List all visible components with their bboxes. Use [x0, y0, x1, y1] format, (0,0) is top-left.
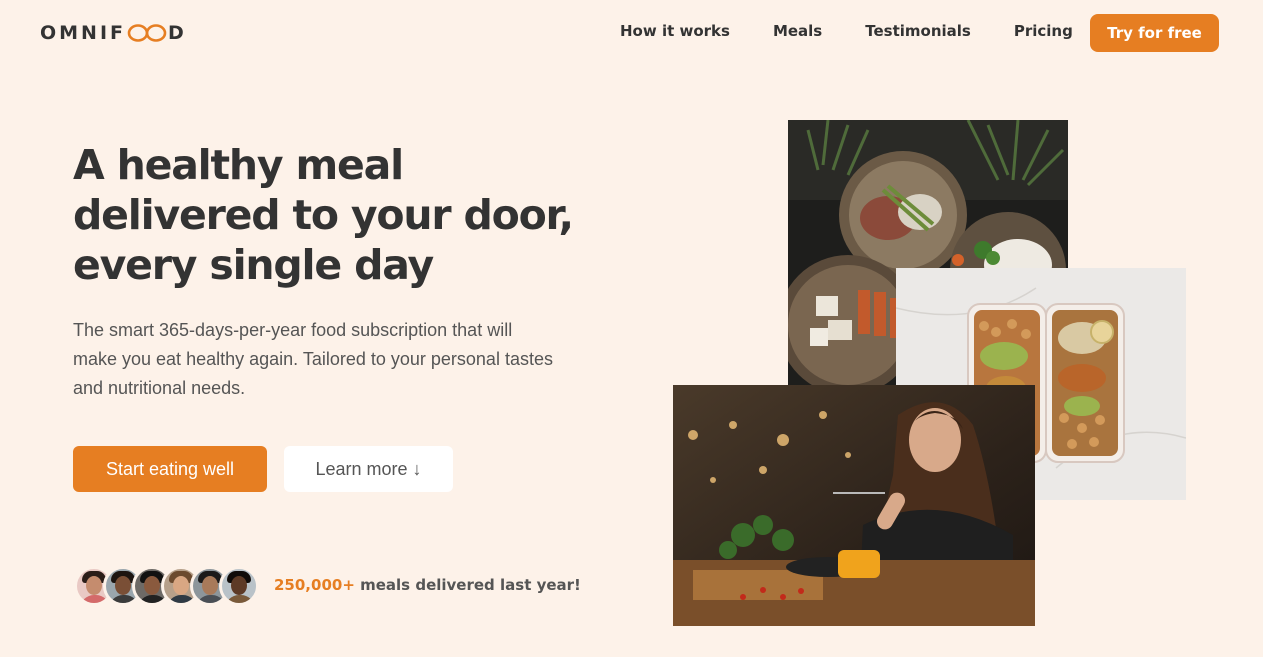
hero-title-line: every single day [73, 241, 434, 289]
nav-link-meals[interactable]: Meals [773, 22, 822, 40]
meals-delivered-stat: 250,000+ meals delivered last year! [274, 576, 581, 594]
avatar [219, 566, 259, 606]
logo-text-start: OMNIF [40, 22, 127, 44]
try-for-free-button[interactable]: Try for free [1090, 14, 1219, 52]
hero-title: A healthy meal delivered to your door, e… [73, 140, 633, 290]
logo-text-end: D [168, 22, 187, 44]
infinity-loop-icon [127, 24, 167, 42]
hero-description-line: The smart 365-days-per-year food subscri… [73, 320, 513, 340]
hero-description-line: make you eat healthy again. Tailored to … [73, 349, 553, 369]
nav-link-testimonials[interactable]: Testimonials [865, 22, 971, 40]
meals-delivered-count: 250,000+ [274, 576, 355, 594]
customer-avatars [74, 566, 259, 606]
hero-title-line: A healthy meal [73, 141, 404, 189]
nav-link-how-it-works[interactable]: How it works [620, 22, 730, 40]
nav-link-pricing[interactable]: Pricing [1014, 22, 1073, 40]
woman-eating-photo [673, 385, 1035, 626]
omnifood-logo[interactable]: OMNIF D [40, 20, 187, 46]
main-nav: How it works Meals Testimonials Pricing [620, 22, 1116, 40]
start-eating-well-button[interactable]: Start eating well [73, 446, 267, 492]
hero-description: The smart 365-days-per-year food subscri… [73, 316, 593, 403]
learn-more-button[interactable]: Learn more ↓ [284, 446, 453, 492]
hero-description-line: and nutritional needs. [73, 378, 246, 398]
meals-delivered-text: meals delivered last year! [354, 576, 581, 594]
hero-title-line: delivered to your door, [73, 191, 574, 239]
site-header: OMNIF D How it works Meals Testimonials … [0, 0, 1263, 66]
